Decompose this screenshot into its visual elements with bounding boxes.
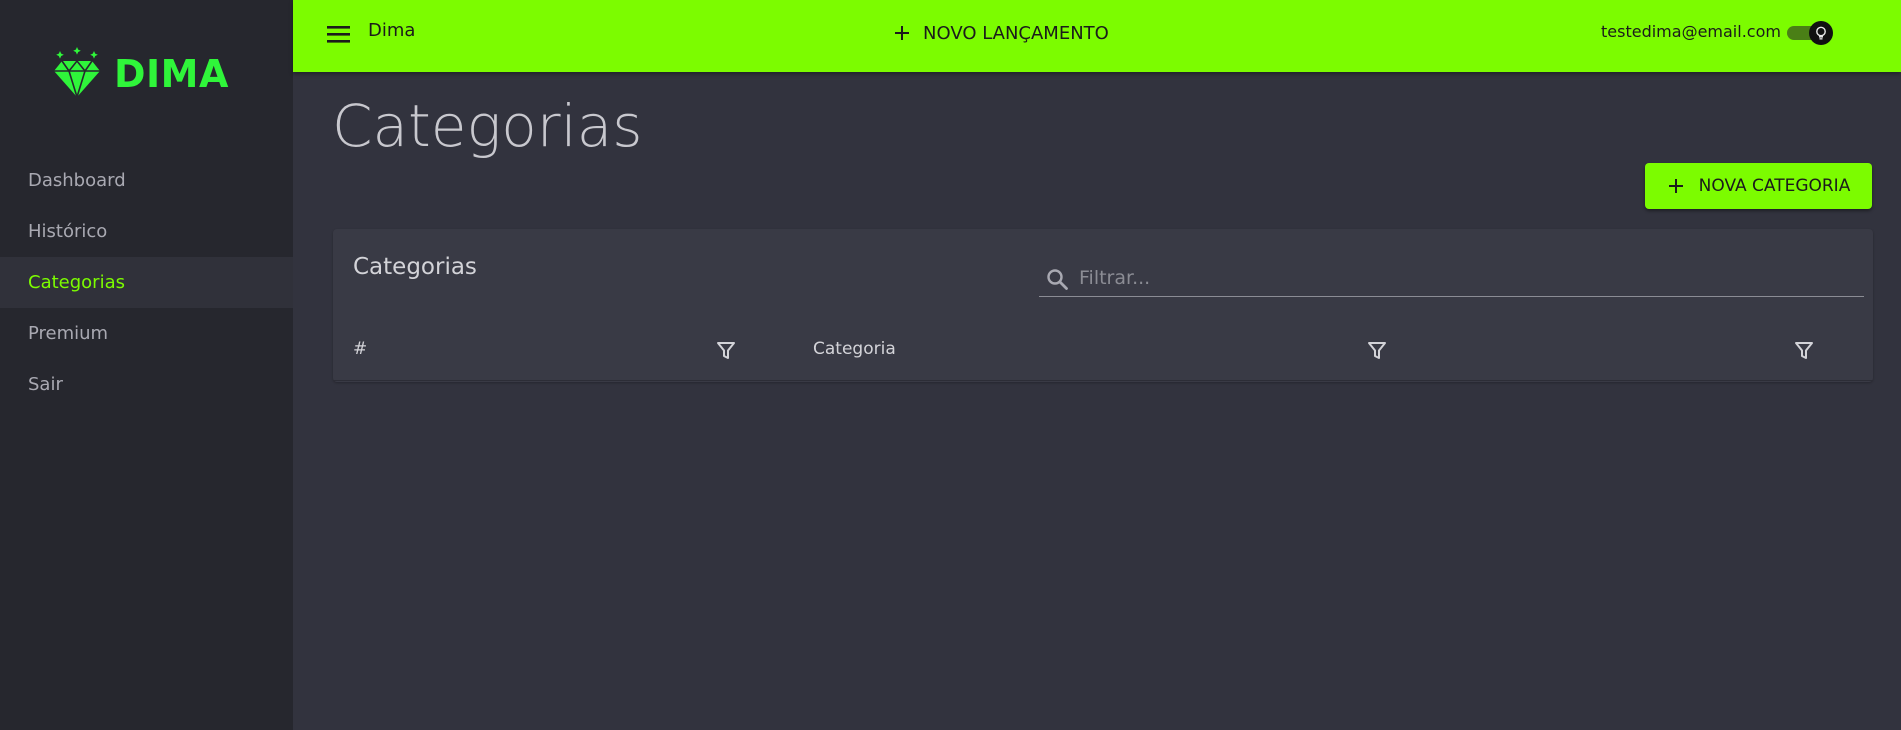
search-input[interactable] <box>1079 263 1849 293</box>
new-category-label: NOVA CATEGORIA <box>1698 176 1851 196</box>
filter-icon[interactable] <box>1794 341 1814 365</box>
table-header: # Categoria <box>333 319 1873 381</box>
sidebar: DIMA Dashboard Histórico Categorias Prem… <box>0 0 293 730</box>
sidebar-item-historico[interactable]: Histórico <box>0 206 293 257</box>
sidebar-item-sair[interactable]: Sair <box>0 359 293 410</box>
theme-toggle[interactable] <box>1785 21 1833 45</box>
plus-icon <box>1668 179 1683 193</box>
logo-text: DIMA <box>114 52 229 96</box>
user-email: testedima@email.com <box>1601 22 1781 41</box>
app-name[interactable]: Dima <box>368 20 415 41</box>
diamond-icon <box>54 47 100 101</box>
top-app-bar: Dima NOVO LANÇAMENTO testedima@email.com <box>293 0 1901 72</box>
card-title: Categorias <box>353 254 477 280</box>
search-icon <box>1045 267 1069 295</box>
new-launch-label: NOVO LANÇAMENTO <box>923 22 1109 44</box>
categories-table-card: Categorias # Categoria <box>333 229 1873 382</box>
plus-icon <box>895 26 909 40</box>
lightbulb-icon <box>1816 26 1826 40</box>
new-category-button[interactable]: NOVA CATEGORIA <box>1645 163 1872 209</box>
filter-icon[interactable] <box>1367 341 1387 365</box>
sidebar-item-dashboard[interactable]: Dashboard <box>0 155 293 206</box>
hamburger-menu-icon <box>327 26 350 43</box>
toggle-thumb <box>1809 21 1833 45</box>
new-launch-button[interactable]: NOVO LANÇAMENTO <box>893 18 1109 48</box>
app-root: DIMA Dashboard Histórico Categorias Prem… <box>0 0 1901 730</box>
search-field <box>1039 259 1864 297</box>
filter-icon[interactable] <box>716 341 736 365</box>
logo[interactable]: DIMA <box>54 47 229 101</box>
sidebar-item-categorias[interactable]: Categorias <box>0 257 293 308</box>
sidebar-nav: Dashboard Histórico Categorias Premium S… <box>0 155 293 410</box>
column-header-categoria[interactable]: Categoria <box>813 339 896 359</box>
sidebar-item-premium[interactable]: Premium <box>0 308 293 359</box>
column-header-id[interactable]: # <box>353 339 367 359</box>
menu-button[interactable] <box>325 22 353 46</box>
page-title: Categorias <box>332 92 643 160</box>
